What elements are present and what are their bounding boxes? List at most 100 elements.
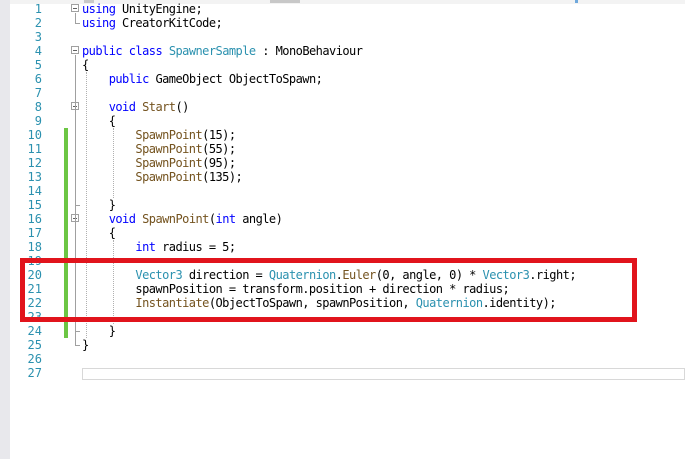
- line-number: 26: [27, 352, 42, 366]
- fold-outline-end: [75, 23, 80, 24]
- line-number: 6: [34, 72, 42, 86]
- code-text: int radius = 5;: [135, 240, 236, 254]
- code-line[interactable]: 13 SpawnPoint(135);: [0, 170, 685, 184]
- line-number: 10: [27, 128, 42, 142]
- fold-outline: [75, 111, 76, 205]
- code-line[interactable]: 11 SpawnPoint(55);: [0, 142, 685, 156]
- code-text: SpawnPoint(95);: [135, 156, 236, 170]
- code-editor[interactable]: 1 using UnityEngine; 2 using CreatorKitCode…: [0, 0, 685, 459]
- line-number: 20: [27, 268, 42, 282]
- change-marker: [64, 156, 68, 170]
- line-number: 15: [27, 198, 42, 212]
- code-text: }: [82, 338, 89, 352]
- code-text: SpawnPoint(55);: [135, 142, 236, 156]
- code-line[interactable]: 21 spawnPosition = transform.position + …: [0, 282, 685, 296]
- line-number: 7: [34, 86, 42, 100]
- line-number: 2: [34, 16, 42, 30]
- code-line[interactable]: 22 Instantiate(ObjectToSpawn, spawnPosit…: [0, 296, 685, 310]
- code-line[interactable]: 20 Vector3 direction = Quaternion.Euler(…: [0, 268, 685, 282]
- code-line[interactable]: 12 SpawnPoint(95);: [0, 156, 685, 170]
- line-number: 17: [27, 226, 42, 240]
- line-number: 9: [34, 114, 42, 128]
- code-text: SpawnPoint(15);: [135, 128, 236, 142]
- line-number: 19: [27, 254, 42, 268]
- code-text: void Start(): [108, 100, 190, 114]
- line-number: 25: [27, 338, 42, 352]
- line-number: 5: [34, 58, 42, 72]
- code-text: using CreatorKitCode;: [82, 16, 223, 30]
- current-line-indicator: [82, 368, 685, 380]
- code-line[interactable]: 25}: [0, 338, 685, 352]
- code-line[interactable]: 2 using CreatorKitCode;: [0, 16, 685, 30]
- code-line[interactable]: 4 public class SpawnerSample : MonoBehavi…: [0, 44, 685, 58]
- change-marker: [64, 310, 68, 324]
- code-line[interactable]: 6 public GameObject ObjectToSpawn;: [0, 72, 685, 86]
- line-number: 16: [27, 212, 42, 226]
- code-line[interactable]: 14: [0, 184, 685, 198]
- change-marker: [64, 226, 68, 240]
- code-line[interactable]: 26: [0, 352, 685, 366]
- indent-guide: [86, 72, 87, 338]
- fold-outline-end: [75, 205, 80, 206]
- change-marker: [64, 128, 68, 142]
- change-marker: [64, 254, 68, 268]
- change-marker: [64, 296, 68, 310]
- code-line[interactable]: 3: [0, 30, 685, 44]
- code-line[interactable]: 15 }: [0, 198, 685, 212]
- code-line[interactable]: 24 }: [0, 324, 685, 338]
- fold-outline: [75, 13, 76, 23]
- change-marker: [64, 268, 68, 282]
- code-text: Instantiate(ObjectToSpawn, spawnPosition…: [135, 296, 556, 310]
- change-marker: [64, 240, 68, 254]
- fold-outline-end: [75, 331, 80, 332]
- code-text: }: [82, 324, 116, 338]
- code-text: using UnityEngine;: [82, 2, 203, 16]
- line-number: 21: [27, 282, 42, 296]
- code-text: SpawnPoint(135);: [135, 170, 243, 184]
- code-line[interactable]: 17 {: [0, 226, 685, 240]
- code-text: }: [82, 198, 116, 212]
- line-number: 1: [34, 2, 42, 16]
- line-number: 24: [27, 324, 42, 338]
- fold-outline-end: [75, 345, 80, 346]
- line-number: 22: [27, 296, 42, 310]
- change-marker: [64, 198, 68, 212]
- code-line[interactable]: 8 void Start(): [0, 100, 685, 114]
- line-number: 12: [27, 156, 42, 170]
- change-marker: [64, 142, 68, 156]
- line-number: 18: [27, 240, 42, 254]
- code-line[interactable]: 5{: [0, 58, 685, 72]
- change-marker: [64, 170, 68, 184]
- change-marker: [64, 212, 68, 226]
- line-number: 14: [27, 184, 42, 198]
- code-text: Vector3 direction = Quaternion.Euler(0, …: [135, 268, 576, 282]
- line-number: 8: [34, 100, 42, 114]
- line-number: 27: [27, 366, 42, 380]
- line-number: 3: [34, 30, 42, 44]
- change-marker: [64, 282, 68, 296]
- code-text: {: [82, 226, 116, 240]
- line-number: 23: [27, 310, 42, 324]
- line-number: 13: [27, 170, 42, 184]
- change-marker: [64, 324, 68, 338]
- code-line[interactable]: 9 {: [0, 114, 685, 128]
- code-line[interactable]: 19: [0, 254, 685, 268]
- code-text: {: [82, 58, 89, 72]
- code-line[interactable]: 1 using UnityEngine;: [0, 2, 685, 16]
- code-line[interactable]: 18 int radius = 5;: [0, 240, 685, 254]
- code-text: spawnPosition = transform.position + dir…: [82, 282, 510, 296]
- code-text: public class SpawnerSample : MonoBehavio…: [82, 44, 363, 58]
- code-text: {: [82, 114, 116, 128]
- collapse-minus-icon[interactable]: [71, 4, 79, 12]
- code-line[interactable]: 10 SpawnPoint(15);: [0, 128, 685, 142]
- code-line[interactable]: 23: [0, 310, 685, 324]
- indent-guide: [113, 128, 114, 198]
- code-line[interactable]: 7: [0, 86, 685, 100]
- fold-outline: [75, 223, 76, 331]
- collapse-minus-icon[interactable]: [71, 46, 79, 54]
- code-line[interactable]: 16 void SpawnPoint(int angle): [0, 212, 685, 226]
- line-number: 4: [34, 44, 42, 58]
- code-text: void SpawnPoint(int angle): [108, 212, 283, 226]
- indent-guide: [113, 240, 114, 324]
- line-number: 11: [27, 142, 42, 156]
